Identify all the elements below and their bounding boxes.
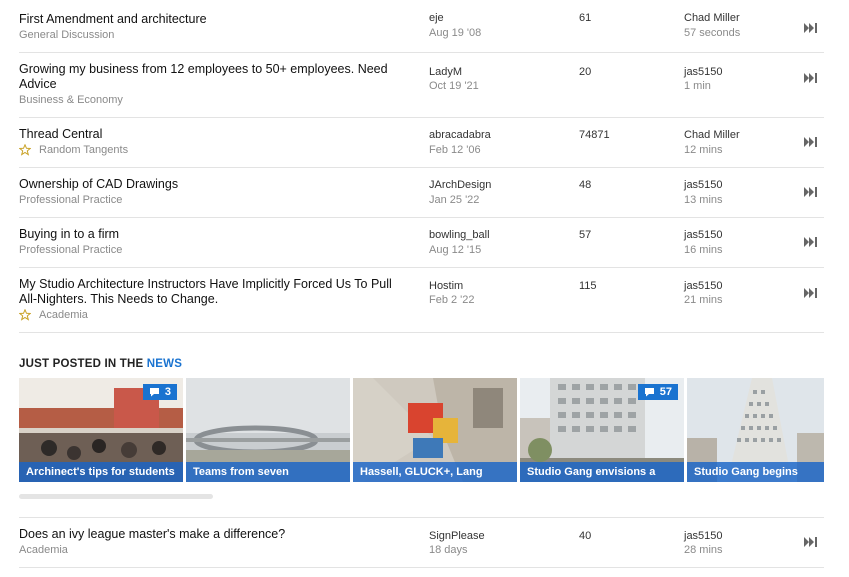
news-caption[interactable]: Studio Gang begins xyxy=(687,462,824,482)
last-post-time: 57 seconds xyxy=(684,27,741,39)
comment-count: 3 xyxy=(164,386,171,398)
news-section-heading: JUST POSTED IN THE NEWS xyxy=(19,358,182,370)
reply-count: 57 xyxy=(579,229,592,241)
thread-date: Feb 2 '22 xyxy=(429,294,475,306)
last-post-time: 28 mins xyxy=(684,544,723,556)
last-poster[interactable]: jas5150 xyxy=(684,280,723,292)
reply-count: 20 xyxy=(579,66,592,78)
thread-row[interactable]: Ownership of CAD Drawings Professional P… xyxy=(19,177,824,218)
jump-to-end-icon[interactable] xyxy=(804,137,818,147)
thread-date: Jan 25 '22 xyxy=(429,194,480,206)
reply-count: 40 xyxy=(579,530,592,542)
category-label[interactable]: Academia xyxy=(19,544,68,556)
reply-count: 48 xyxy=(579,179,592,191)
thread-title[interactable]: Growing my business from 12 employees to… xyxy=(19,62,404,92)
reply-count: 115 xyxy=(579,280,597,292)
thread-category[interactable]: Academia xyxy=(19,544,68,556)
thread-category[interactable]: General Discussion xyxy=(19,29,114,41)
thread-row[interactable]: Thread Central Random Tangents abracadab… xyxy=(19,127,824,168)
thread-category[interactable]: Business & Economy xyxy=(19,94,123,106)
star-outline-icon xyxy=(19,144,31,156)
news-caption[interactable]: Teams from seven xyxy=(186,462,350,482)
carousel-scrollbar[interactable] xyxy=(19,494,213,499)
last-poster[interactable]: Chad Miller xyxy=(684,129,740,141)
thread-title[interactable]: Ownership of CAD Drawings xyxy=(19,177,419,192)
comment-count-badge[interactable]: 3 xyxy=(142,384,177,400)
jump-to-end-icon[interactable] xyxy=(804,187,818,197)
thread-title[interactable]: Does an ivy league master's make a diffe… xyxy=(19,527,419,542)
news-card[interactable]: Studio Gang begins xyxy=(687,378,824,482)
thread-author[interactable]: LadyM xyxy=(429,66,462,78)
last-poster[interactable]: jas5150 xyxy=(684,66,723,78)
category-label[interactable]: Business & Economy xyxy=(19,94,123,106)
thread-title[interactable]: My Studio Architecture Instructors Have … xyxy=(19,277,394,307)
thread-category[interactable]: Random Tangents xyxy=(19,144,128,156)
category-label[interactable]: Professional Practice xyxy=(19,194,122,206)
thread-title[interactable]: First Amendment and architecture xyxy=(19,12,419,27)
thread-row[interactable]: Buying in to a firm Professional Practic… xyxy=(19,227,824,268)
jump-to-end-icon[interactable] xyxy=(804,288,818,298)
thread-category[interactable]: Professional Practice xyxy=(19,244,122,256)
thread-date: Feb 12 '06 xyxy=(429,144,481,156)
category-label[interactable]: Professional Practice xyxy=(19,244,122,256)
news-card[interactable]: 3 Archinect's tips for students xyxy=(19,378,183,482)
thread-row[interactable]: Growing my business from 12 employees to… xyxy=(19,62,824,118)
last-post-time: 12 mins xyxy=(684,144,723,156)
reply-count: 61 xyxy=(579,12,592,24)
jump-to-end-icon[interactable] xyxy=(804,237,818,247)
jump-to-end-icon[interactable] xyxy=(804,23,818,33)
comment-count: 57 xyxy=(659,386,672,398)
news-card[interactable]: 57 Studio Gang envisions a xyxy=(520,378,684,482)
comment-count-badge[interactable]: 57 xyxy=(637,384,678,400)
thread-date: Oct 19 '21 xyxy=(429,80,479,92)
category-label[interactable]: Random Tangents xyxy=(39,144,128,156)
news-link[interactable]: NEWS xyxy=(147,358,182,370)
news-card[interactable]: Teams from seven xyxy=(186,378,350,482)
last-post-time: 1 min xyxy=(684,80,711,92)
last-poster[interactable]: Chad Miller xyxy=(684,12,740,24)
thread-title[interactable]: Thread Central xyxy=(19,127,419,142)
last-poster[interactable]: jas5150 xyxy=(684,229,723,241)
comment-bubble-icon xyxy=(644,388,654,397)
thread-category[interactable]: Academia xyxy=(19,309,88,321)
thread-author[interactable]: Hostim xyxy=(429,280,463,292)
comment-bubble-icon xyxy=(149,388,159,397)
news-caption[interactable]: Hassell, GLUCK+, Lang xyxy=(353,462,517,482)
heading-prefix: JUST POSTED IN THE xyxy=(19,358,144,370)
thread-date: 18 days xyxy=(429,544,468,556)
category-label[interactable]: Academia xyxy=(39,309,88,321)
thread-row[interactable]: Does an ivy league master's make a diffe… xyxy=(19,527,824,568)
last-post-time: 16 mins xyxy=(684,244,723,256)
star-outline-icon xyxy=(19,309,31,321)
jump-to-end-icon[interactable] xyxy=(804,73,818,83)
divider xyxy=(19,517,824,518)
thread-row[interactable]: My Studio Architecture Instructors Have … xyxy=(19,277,824,333)
thread-date: Aug 19 '08 xyxy=(429,27,482,39)
last-post-time: 13 mins xyxy=(684,194,723,206)
last-poster[interactable]: jas5150 xyxy=(684,179,723,191)
thread-author[interactable]: abracadabra xyxy=(429,129,491,141)
thread-date: Aug 12 '15 xyxy=(429,244,482,256)
category-label[interactable]: General Discussion xyxy=(19,29,114,41)
thread-author[interactable]: bowling_ball xyxy=(429,229,490,241)
last-poster[interactable]: jas5150 xyxy=(684,530,723,542)
news-card[interactable]: Hassell, GLUCK+, Lang xyxy=(353,378,517,482)
thread-author[interactable]: JArchDesign xyxy=(429,179,491,191)
thread-author[interactable]: SignPlease xyxy=(429,530,485,542)
jump-to-end-icon[interactable] xyxy=(804,537,818,547)
reply-count: 74871 xyxy=(579,129,610,141)
thread-category[interactable]: Professional Practice xyxy=(19,194,122,206)
news-caption[interactable]: Archinect's tips for students xyxy=(19,462,183,482)
thread-row[interactable]: First Amendment and architecture General… xyxy=(19,12,824,53)
thread-author[interactable]: eje xyxy=(429,12,444,24)
news-caption[interactable]: Studio Gang envisions a xyxy=(520,462,684,482)
thread-title[interactable]: Buying in to a firm xyxy=(19,227,419,242)
last-post-time: 21 mins xyxy=(684,294,723,306)
